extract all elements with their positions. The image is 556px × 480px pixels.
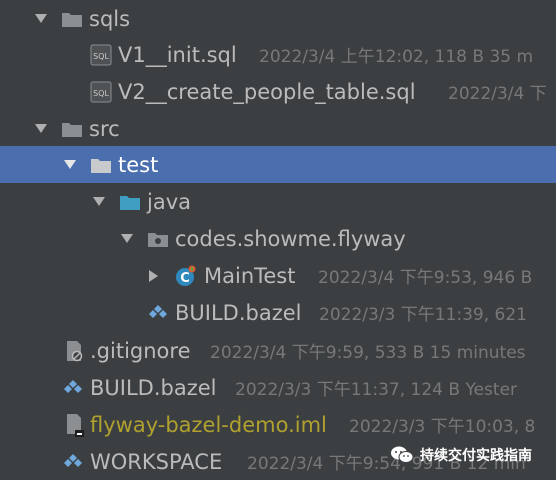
tree-row-v2-create-people-table-sql[interactable]: SQL V2__create_people_table.sql 2022/3/4… [0,73,556,110]
watermark: 持续交付实践指南 [390,440,556,470]
tree-row-maintest[interactable]: C MainTest 2022/3/4 下午9:53, 946 B [0,257,556,294]
expand-arrow-icon[interactable] [34,122,48,136]
tree-row-sqls[interactable]: sqls [0,0,556,37]
module-file-icon [63,413,85,437]
tree-row-label: sqls [89,6,131,31]
file-meta: 2022/3/4 上午12:02, 118 B 35 m [259,47,534,67]
svg-text:SQL: SQL [93,89,109,98]
file-meta: 2022/3/3 下午11:39, 621 [319,305,528,325]
tree-row-codes-showme-flyway[interactable]: codes.showme.flyway [0,220,556,257]
project-tree[interactable]: sqls SQL V1__init.sql 2022/3/4 上午12:02, … [0,0,556,479]
file-meta: 2022/3/3 下午11:37, 124 B Yester [235,380,518,400]
tree-row-label: .gitignore [90,338,191,363]
expand-arrow-icon[interactable] [92,195,106,209]
tree-row-label: MainTest [204,263,296,288]
tree-row-gitignore[interactable]: .gitignore 2022/3/4 下午9:59, 533 B 15 min… [0,332,556,369]
tree-row-build-bazel[interactable]: BUILD.bazel 2022/3/3 下午11:39, 621 [0,294,556,331]
bazel-icon [147,302,169,324]
file-meta: 2022/3/4 下 [448,84,547,104]
expand-arrow-icon[interactable] [120,232,134,246]
folder-icon [61,8,83,30]
bazel-icon [62,377,84,399]
sql-file-icon: SQL [90,81,112,103]
tree-row-v1-init-sql[interactable]: SQL V1__init.sql 2022/3/4 上午12:02, 118 B… [0,36,556,73]
wechat-logo-icon [391,446,414,463]
collapse-arrow-icon[interactable] [147,269,161,283]
tree-row-label: codes.showme.flyway [175,226,406,251]
tree-row-label: src [89,116,120,141]
tree-row-build-bazel-root[interactable]: BUILD.bazel 2022/3/3 下午11:37, 124 B Yest… [0,369,556,406]
tree-row-test[interactable]: test [0,146,556,183]
tree-row-flyway-bazel-demo-iml[interactable]: flyway-bazel-demo.iml 2022/3/3 下午10:03, … [0,406,556,443]
file-meta: 2022/3/3 下午10:03, 8 [349,417,536,437]
expand-arrow-icon[interactable] [34,12,48,26]
expand-arrow-icon[interactable] [63,158,77,172]
tree-row-label: test [118,152,159,177]
tree-row-label: V1__init.sql [118,42,237,67]
package-icon [147,228,169,250]
file-meta: 2022/3/4 下午9:59, 533 B 15 minutes [210,343,526,363]
tree-row-label: BUILD.bazel [175,300,302,325]
bazel-icon [62,451,84,473]
source-folder-icon [119,191,141,213]
folder-icon [90,154,112,176]
tree-row-label: flyway-bazel-demo.iml [90,412,327,437]
test-class-icon: C [175,265,197,287]
tree-row-label: BUILD.bazel [90,375,217,400]
tree-row-label: java [147,189,191,214]
folder-icon [61,118,83,140]
gitignore-file-icon [63,340,85,362]
sql-file-icon: SQL [90,44,112,66]
watermark-text: 持续交付实践指南 [420,448,532,464]
tree-row-java[interactable]: java [0,183,556,220]
file-meta: 2022/3/4 下午9:53, 946 B [318,268,533,288]
svg-text:C: C [180,271,190,286]
tree-row-label: V2__create_people_table.sql [118,79,416,104]
tree-row-label: WORKSPACE [90,449,223,474]
tree-row-src[interactable]: src [0,110,556,147]
svg-text:SQL: SQL [93,52,109,61]
